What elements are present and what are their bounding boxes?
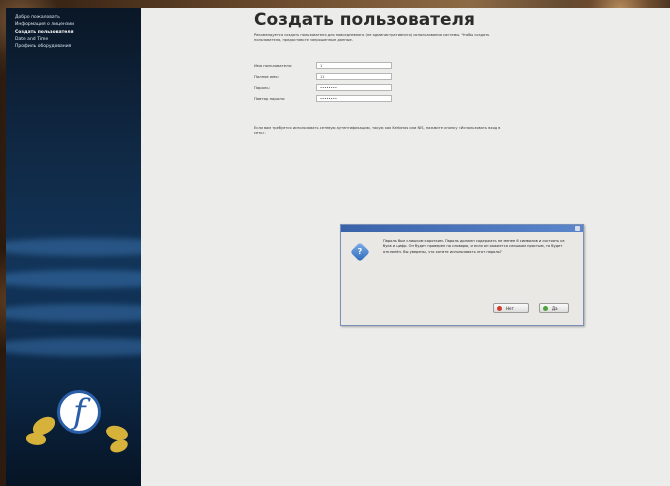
no-icon [497, 306, 502, 311]
password-row: Пароль: •••••••• [254, 84, 514, 92]
sidebar-wave [6, 338, 141, 356]
fullname-label: Полное имя: [254, 74, 279, 79]
page-title: Создать пользователя [254, 10, 475, 30]
yes-button[interactable]: Да [539, 303, 569, 313]
dialog-titlebar[interactable] [341, 225, 583, 232]
installer-window: Добро пожаловать Информация о лицензии С… [6, 8, 670, 486]
sidebar-wave [6, 238, 141, 256]
intro-text: Рекомендуется создать пользователя для п… [254, 33, 490, 43]
sidebar-item-date-time: Date and Time [15, 36, 49, 42]
sidebar-item-create-user: Создать пользователя [15, 29, 74, 35]
fedora-f-icon: f [73, 392, 86, 432]
question-icon: ? [350, 242, 370, 262]
confirm-password-row: Повтор пароля: •••••••• [254, 95, 514, 103]
password-input[interactable]: •••••••• [316, 84, 392, 91]
sidebar-item-license: Информация о лицензии [15, 22, 75, 28]
no-button-label: Нет [506, 306, 514, 311]
dialog-title [341, 236, 345, 241]
yes-button-label: Да [552, 306, 558, 311]
sidebar-item-hardware-profile: Профиль оборудования [15, 44, 72, 50]
password-label: Пароль: [254, 85, 270, 90]
confirm-password-label: Повтор пароля: [254, 96, 286, 101]
sidebar-wave [6, 270, 141, 288]
username-input[interactable]: 1 [316, 62, 392, 69]
network-login-note: Если вам требуется использовать сетевую … [254, 126, 501, 136]
sidebar-steps: Добро пожаловать Информация о лицензии С… [6, 8, 141, 50]
confirm-password-input[interactable]: •••••••• [316, 95, 392, 102]
yes-icon [543, 306, 548, 311]
sidebar: Добро пожаловать Информация о лицензии С… [6, 8, 141, 486]
fullname-input[interactable]: 11 [316, 73, 392, 80]
close-icon[interactable] [575, 226, 580, 231]
sidebar-wave [6, 304, 141, 322]
no-button[interactable]: Нет [493, 303, 529, 313]
username-label: Имя пользователя: [254, 63, 293, 68]
dialog-message: Пароль был слишком коротким. Пароль долж… [383, 239, 565, 254]
sidebar-item-welcome: Добро пожаловать [15, 15, 60, 20]
fedora-logo: f [24, 378, 134, 478]
leaf-icon [109, 438, 129, 454]
username-row: Имя пользователя: 1 [254, 62, 514, 70]
fullname-row: Полное имя: 11 [254, 73, 514, 81]
password-warning-dialog: ? Пароль был слишком коротким. Пароль до… [340, 224, 584, 326]
